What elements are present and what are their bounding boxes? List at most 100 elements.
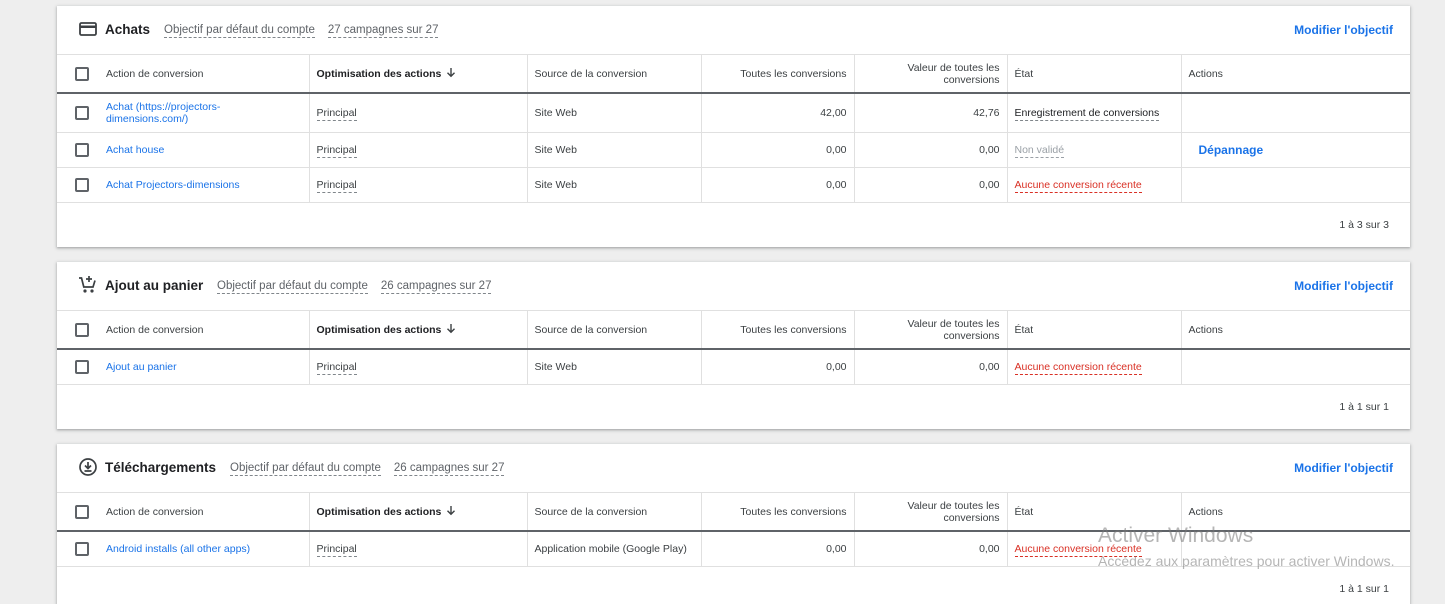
- modify-goal-link[interactable]: Modifier l'objectif: [1294, 23, 1393, 37]
- column-label: Optimisation des actions: [316, 67, 442, 80]
- column-header-all-conversions[interactable]: Toutes les conversions: [700, 311, 854, 350]
- optimization-value[interactable]: Principal: [316, 107, 357, 121]
- state-status[interactable]: Aucune conversion récente: [1014, 543, 1142, 557]
- select-all-checkbox[interactable]: [75, 322, 89, 337]
- state-status[interactable]: Aucune conversion récente: [1014, 361, 1142, 375]
- sort-down-arrow-icon[interactable]: [446, 505, 456, 519]
- optimization-value[interactable]: Principal: [316, 361, 357, 375]
- column-header-all-conversions[interactable]: Toutes les conversions: [700, 493, 854, 532]
- all-conversions-value: 0,00: [700, 132, 854, 168]
- modify-goal-link[interactable]: Modifier l'objectif: [1294, 279, 1393, 293]
- column-header-value[interactable]: Valeur de toutes les conversions: [853, 55, 1007, 94]
- column-label: État: [1014, 505, 1034, 518]
- source-value: Site Web: [526, 132, 701, 168]
- modify-goal-link[interactable]: Modifier l'objectif: [1294, 461, 1393, 475]
- card-header: Téléchargements Objectif par défaut du c…: [57, 444, 1410, 493]
- row-checkbox[interactable]: [75, 143, 89, 157]
- state-status[interactable]: Enregistrement de conversions: [1014, 107, 1160, 121]
- source-value: Site Web: [526, 93, 701, 133]
- column-header-optimization[interactable]: Optimisation des actions: [308, 55, 527, 94]
- column-header-state[interactable]: État: [1006, 311, 1181, 350]
- column-header-actions: Actions: [1180, 55, 1410, 94]
- actions-cell: [1180, 167, 1410, 203]
- pagination-label: 1 à 1 sur 1: [1339, 583, 1389, 595]
- column-header-value[interactable]: Valeur de toutes les conversions: [853, 311, 1007, 350]
- table-row: Android installs (all other apps) Princi…: [57, 531, 1410, 567]
- state-status[interactable]: Non validé: [1014, 144, 1065, 158]
- column-header-source[interactable]: Source de la conversion: [526, 493, 701, 532]
- select-all-checkbox[interactable]: [75, 504, 89, 519]
- conversion-value: 42,76: [853, 93, 1007, 133]
- campaigns-count[interactable]: 26 campagnes sur 27: [380, 280, 492, 294]
- column-label: Actions: [1188, 67, 1223, 80]
- column-label: Action de conversion: [106, 505, 204, 518]
- column-label: Toutes les conversions: [740, 505, 847, 518]
- column-label: Optimisation des actions: [316, 505, 442, 518]
- column-label: Action de conversion: [106, 67, 204, 80]
- table-header-row: Action de conversion Optimisation des ac…: [57, 55, 1410, 94]
- conversion-action-link[interactable]: Achat (https://projectors-dimensions.com…: [106, 101, 236, 125]
- conversion-action-link[interactable]: Android installs (all other apps): [106, 543, 250, 555]
- row-checkbox[interactable]: [75, 542, 89, 556]
- conversion-action-link[interactable]: Achat house: [106, 144, 164, 156]
- column-header-optimization[interactable]: Optimisation des actions: [308, 493, 527, 532]
- column-label: Optimisation des actions: [316, 323, 442, 336]
- column-header-state[interactable]: État: [1006, 493, 1181, 532]
- table-footer: 1 à 3 sur 3: [57, 203, 1410, 247]
- column-header-source[interactable]: Source de la conversion: [526, 55, 701, 94]
- optimization-value[interactable]: Principal: [316, 179, 357, 193]
- actions-cell: [1180, 531, 1410, 567]
- optimization-value[interactable]: Principal: [316, 543, 357, 557]
- table-header-row: Action de conversion Optimisation des ac…: [57, 493, 1410, 532]
- conversion-table: Action de conversion Optimisation des ac…: [57, 493, 1410, 567]
- row-checkbox[interactable]: [75, 360, 89, 374]
- source-value: Site Web: [526, 167, 701, 203]
- goal-card-add-to-cart: Ajout au panier Objectif par défaut du c…: [57, 262, 1410, 429]
- column-header-source[interactable]: Source de la conversion: [526, 311, 701, 350]
- actions-cell: [1180, 349, 1410, 385]
- conversion-value: 0,00: [853, 132, 1007, 168]
- source-value: Site Web: [526, 349, 701, 385]
- table-row: Achat (https://projectors-dimensions.com…: [57, 93, 1410, 133]
- default-goal-label[interactable]: Objectif par défaut du compte: [230, 462, 381, 476]
- column-header-optimization[interactable]: Optimisation des actions: [308, 311, 527, 350]
- state-status[interactable]: Aucune conversion récente: [1014, 179, 1142, 193]
- column-header-actions: Actions: [1180, 493, 1410, 532]
- column-label: État: [1014, 323, 1034, 336]
- column-label: Actions: [1188, 505, 1223, 518]
- all-conversions-value: 0,00: [700, 531, 854, 567]
- pagination-label: 1 à 1 sur 1: [1339, 401, 1389, 413]
- column-label: Valeur de toutes les conversions: [907, 317, 1000, 342]
- goal-card-achats: Achats Objectif par défaut du compte 27 …: [57, 6, 1410, 247]
- column-header-value[interactable]: Valeur de toutes les conversions: [853, 493, 1007, 532]
- column-label: Actions: [1188, 323, 1223, 336]
- table-footer: 1 à 1 sur 1: [57, 567, 1410, 604]
- column-header-action: Action de conversion: [57, 493, 309, 532]
- default-goal-label[interactable]: Objectif par défaut du compte: [164, 24, 315, 38]
- column-label: Source de la conversion: [534, 505, 648, 518]
- column-label: Source de la conversion: [534, 323, 648, 336]
- sort-down-arrow-icon[interactable]: [446, 323, 456, 337]
- row-checkbox[interactable]: [75, 178, 89, 192]
- all-conversions-value: 42,00: [700, 93, 854, 133]
- column-header-action: Action de conversion: [57, 311, 309, 350]
- table-row: Achat Projectors-dimensions Principal Si…: [57, 167, 1410, 203]
- campaigns-count[interactable]: 26 campagnes sur 27: [393, 462, 505, 476]
- optimization-value[interactable]: Principal: [316, 144, 357, 158]
- column-header-all-conversions[interactable]: Toutes les conversions: [700, 55, 854, 94]
- conversion-action-link[interactable]: Achat Projectors-dimensions: [106, 179, 240, 191]
- campaigns-count[interactable]: 27 campagnes sur 27: [327, 24, 439, 38]
- pagination-label: 1 à 3 sur 3: [1339, 219, 1389, 231]
- sort-down-arrow-icon[interactable]: [446, 67, 456, 81]
- default-goal-label[interactable]: Objectif par défaut du compte: [217, 280, 368, 294]
- conversion-value: 0,00: [853, 531, 1007, 567]
- table-footer: 1 à 1 sur 1: [57, 385, 1410, 429]
- column-label: Action de conversion: [106, 323, 204, 336]
- troubleshoot-button[interactable]: Dépannage: [1199, 143, 1264, 157]
- conversion-action-link[interactable]: Ajout au panier: [106, 361, 177, 373]
- column-header-action: Action de conversion: [57, 55, 309, 94]
- card-header: Achats Objectif par défaut du compte 27 …: [57, 6, 1410, 55]
- select-all-checkbox[interactable]: [75, 66, 89, 81]
- row-checkbox[interactable]: [75, 106, 89, 120]
- column-header-state[interactable]: État: [1006, 55, 1181, 94]
